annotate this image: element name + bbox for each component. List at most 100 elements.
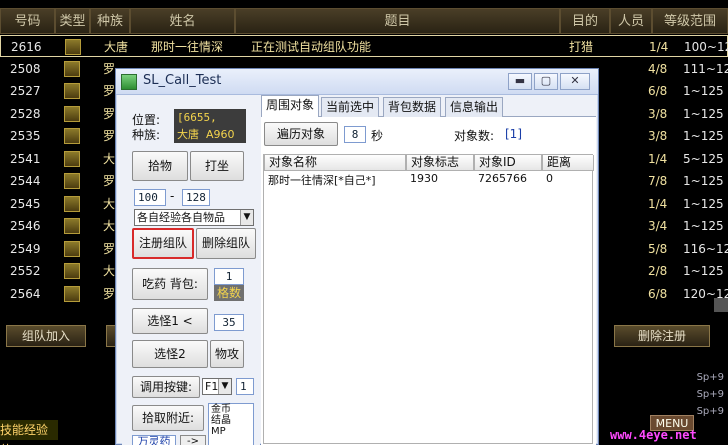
scroll-arrow-icon[interactable] [714, 298, 728, 312]
backpack-input[interactable]: 1 [214, 268, 244, 285]
objects-list[interactable]: 对象名称 对象标志 对象ID 距离 那时一往情深[*自己*] 1930 7265… [263, 154, 594, 444]
delete-team-button[interactable]: 删除组队 [196, 228, 256, 259]
team-type-icon [64, 83, 80, 99]
col-type: 类型 [55, 8, 90, 34]
team-people: 1/4 [649, 40, 669, 54]
col-race: 种族 [90, 8, 130, 34]
nearby-objects-panel: 遍历对象 8 秒 对象数: [1] 对象名称 对象标志 对象ID 距离 那时一往… [261, 117, 596, 445]
traverse-objects-button[interactable]: 遍历对象 [264, 122, 338, 146]
distribution-value: 各自经验各自物品 [137, 211, 225, 224]
team-race: 大 [103, 151, 116, 166]
team-people: 6/8 [648, 84, 668, 98]
chevron-down-icon[interactable]: ▼ [240, 210, 253, 225]
list-row[interactable]: 那时一往情深[*自己*] 1930 7265766 0 [264, 172, 592, 188]
race-label: 种族: [132, 128, 161, 142]
team-people: 3/8 [648, 129, 668, 143]
col-number: 号码 [0, 8, 55, 34]
tab-backpack-data[interactable]: 背包数据 [383, 97, 442, 117]
chevron-down-icon[interactable]: ▼ [218, 379, 231, 394]
window-title: SL_Call_Test [143, 73, 222, 88]
team-people: 7/8 [648, 174, 668, 188]
team-people: 3/4 [648, 219, 668, 233]
object-distance: 0 [546, 172, 553, 185]
pickup-items-list[interactable]: 金币 结晶 MP [208, 403, 254, 445]
elixir-label[interactable]: 万灵药 [132, 435, 176, 445]
list-col-flag[interactable]: 对象标志 [406, 155, 474, 171]
minimize-icon[interactable]: ▬ [508, 73, 532, 90]
level-min-input[interactable]: 100 [134, 189, 166, 206]
app-icon [121, 74, 137, 90]
team-level: 111~125 [683, 61, 728, 76]
team-race: 大 [103, 219, 116, 233]
maximize-icon[interactable]: ▢ [534, 73, 558, 90]
join-team-button[interactable]: 组队加入 [6, 325, 86, 347]
team-race: 罗 [103, 61, 116, 76]
team-no: 2546 [10, 219, 41, 233]
team-no: 2508 [10, 61, 41, 76]
team-type-icon [64, 263, 80, 279]
team-no: 2616 [11, 40, 42, 54]
sit-button[interactable]: 打坐 [190, 151, 244, 181]
arrow-button[interactable]: -> [180, 435, 206, 445]
tab-current-selection[interactable]: 当前选中 [321, 97, 380, 117]
team-no: 2527 [10, 84, 41, 98]
team-level: 1~125 [683, 219, 724, 233]
delete-register-button[interactable]: 删除注册 [614, 325, 710, 347]
interval-input[interactable]: 8 [344, 126, 366, 143]
title-bar[interactable]: SL_Call_Test ▬ ▢ ✕ [116, 69, 598, 95]
eat-medicine-button[interactable]: 吃药 背包: [132, 268, 208, 300]
interval-unit: 秒 [371, 129, 384, 143]
col-name: 姓名 [130, 8, 235, 34]
team-type-icon [64, 218, 80, 234]
call-key-button[interactable]: 调用按键: [132, 376, 200, 398]
team-type-icon [64, 240, 80, 257]
sp-label-1: Sp+9 [696, 372, 724, 383]
team-type-icon [64, 128, 80, 144]
skill-exp-label: 技能经验值 [0, 420, 58, 445]
team-no: 2535 [10, 129, 41, 143]
pickup-item-gold: 金币 [211, 404, 231, 415]
team-no: 2564 [10, 286, 41, 301]
pickup-item-crystal: 结晶 [211, 415, 231, 426]
team-goal: 打猎 [569, 40, 594, 54]
key-number-input[interactable]: 1 [236, 378, 254, 395]
select-monster-input[interactable]: 35 [214, 314, 244, 331]
list-col-distance[interactable]: 距离 [542, 155, 594, 171]
col-topic: 题目 [235, 8, 560, 34]
team-race: 大唐 [104, 40, 129, 54]
race-value: 大唐 [177, 128, 199, 141]
level-max-input[interactable]: 128 [182, 189, 210, 206]
team-type-icon [64, 285, 80, 302]
watermark-text: www.4eye.net [610, 428, 697, 442]
select-monster2-button[interactable]: 选怪2 [132, 340, 208, 368]
list-col-name[interactable]: 对象名称 [264, 155, 406, 171]
team-level: 1~125 [683, 174, 724, 188]
close-icon[interactable]: ✕ [560, 73, 590, 90]
sp-label-3: Sp+9 [696, 406, 724, 417]
select-monster1-button[interactable]: 选怪1 < [132, 308, 208, 334]
register-team-button[interactable]: 注册组队 [132, 228, 194, 259]
tab-nearby-objects[interactable]: 周围对象 [261, 95, 320, 117]
pickup-item-mp: MP [211, 426, 226, 437]
pickup-button[interactable]: 拾物 [132, 151, 188, 181]
team-race: 罗 [103, 241, 116, 256]
grid-count-label: 格数 [214, 285, 244, 301]
team-race: 大 [103, 264, 116, 278]
key-value: F1 [205, 380, 219, 393]
key-select[interactable]: F1 ▼ [202, 378, 232, 395]
object-name: 那时一往情深[*自己*] [268, 174, 376, 187]
team-level: 1~125 [683, 264, 724, 278]
physical-attack-button[interactable]: 物攻 [210, 340, 244, 368]
team-row[interactable]: 2616 大唐 那时一往情深 正在测试自动组队功能 打猎 1/4 100~128 [0, 35, 728, 57]
team-level: 5~125 [683, 151, 724, 166]
team-people: 6/8 [648, 286, 668, 301]
pickup-nearby-button[interactable]: 拾取附近: [132, 405, 204, 431]
race-code: A960 [206, 128, 235, 141]
position-value: [6655, 925] [174, 109, 246, 141]
team-level: 100~128 [684, 40, 728, 54]
distribution-select[interactable]: 各自经验各自物品 ▼ [134, 209, 254, 226]
team-level: 1~125 [683, 129, 724, 143]
race-value-box: 大唐 A960 [174, 126, 246, 143]
list-col-id[interactable]: 对象ID [474, 155, 542, 171]
tab-info-output[interactable]: 信息输出 [445, 97, 504, 117]
